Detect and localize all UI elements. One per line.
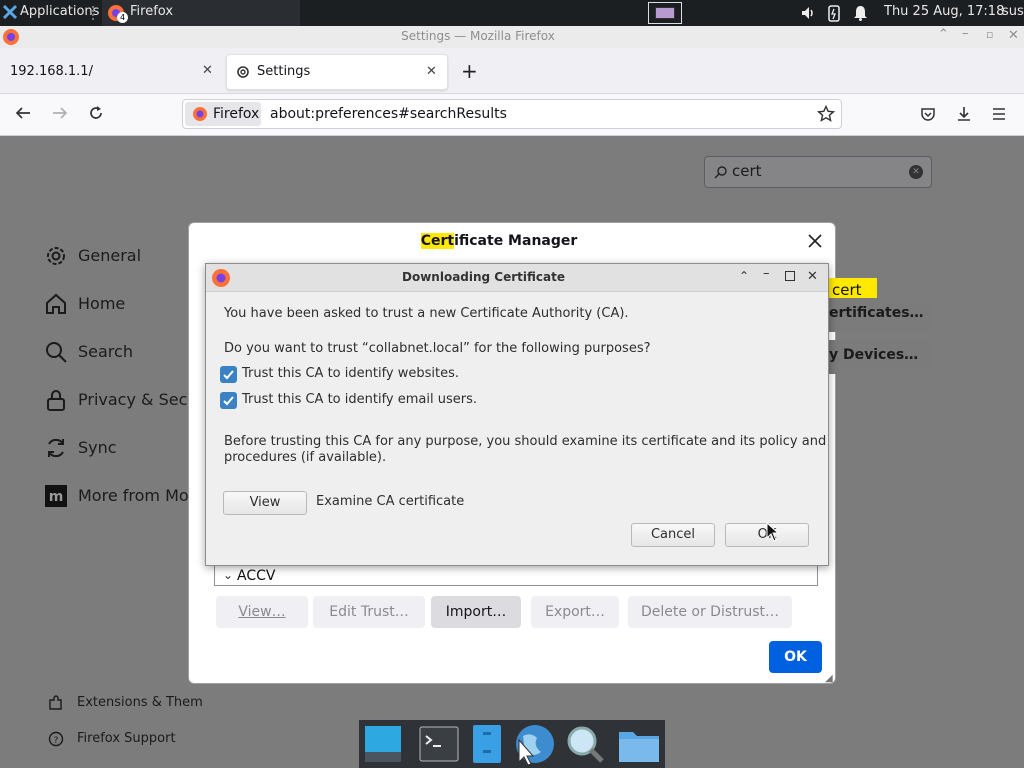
application-dock: [359, 720, 665, 768]
notification-bell-icon[interactable]: [853, 5, 868, 21]
firefox-icon: [192, 106, 208, 122]
tab-settings[interactable]: Settings ✕: [226, 54, 448, 90]
security-devices-button[interactable]: y Devices…: [829, 340, 930, 374]
back-icon[interactable]: [14, 104, 32, 122]
trust-websites-label[interactable]: Trust this CA to identify websites.: [242, 366, 459, 381]
url-bar[interactable]: Firefox about:preferences#searchResults: [182, 99, 842, 129]
tab-label: Settings: [257, 64, 311, 79]
edit-trust-button[interactable]: Edit Trust…: [313, 596, 425, 628]
identity-box[interactable]: Firefox: [185, 102, 261, 126]
applications-menu-icon[interactable]: [2, 4, 18, 20]
clear-search-icon[interactable]: ✕: [909, 165, 923, 179]
tab-bar: 192.168.1.1/ ✕ Settings ✕ +: [0, 48, 1024, 94]
taskbar-firefox-button[interactable]: 4 Firefox: [102, 0, 300, 26]
cancel-button[interactable]: Cancel: [631, 523, 715, 547]
cert-manager-ok-button[interactable]: OK: [769, 641, 822, 673]
reload-icon[interactable]: [87, 104, 105, 122]
svg-text:m: m: [49, 489, 64, 505]
import-certificate-button[interactable]: Import…: [431, 596, 521, 628]
volume-icon[interactable]: [800, 5, 816, 21]
tab-label: 192.168.1.1/: [10, 64, 93, 79]
firefox-window: Settings — Mozilla Firefox ⌃ – ▫ ✕ 192.1…: [0, 26, 1024, 768]
tree-item-accv[interactable]: ACCV: [237, 568, 275, 584]
app-finder-icon[interactable]: [565, 724, 605, 764]
hamburger-menu-icon[interactable]: [991, 106, 1007, 122]
home-icon: [44, 292, 68, 316]
trust-email-checkbox[interactable]: [220, 392, 237, 409]
terminal-icon[interactable]: [419, 726, 459, 762]
workspace-thumbnail: [655, 7, 675, 19]
svg-text:?: ?: [54, 736, 59, 746]
close-icon[interactable]: [807, 233, 823, 249]
dialog-advice-line-1: Before trusting this CA for any purpose,…: [224, 434, 827, 449]
settings-search-value: cert: [732, 162, 762, 180]
web-browser-icon[interactable]: [511, 722, 557, 766]
window-title: Settings — Mozilla Firefox: [401, 29, 555, 43]
downloads-icon[interactable]: [955, 105, 973, 123]
bookmark-star-icon[interactable]: [817, 105, 835, 123]
identity-label: Firefox: [213, 106, 260, 122]
tab-close-icon[interactable]: ✕: [202, 63, 213, 78]
tab-close-icon[interactable]: ✕: [426, 64, 437, 79]
window-minimize-icon[interactable]: –: [962, 26, 969, 41]
resize-grip-icon[interactable]: ◢: [825, 673, 833, 684]
help-icon: ?: [48, 731, 64, 747]
dialog-question-text: Do you want to trust “collabnet.local” f…: [224, 341, 651, 356]
user-menu[interactable]: sus: [1002, 4, 1024, 19]
delete-distrust-button[interactable]: Delete or Distrust…: [628, 596, 792, 628]
url-text[interactable]: about:preferences#searchResults: [270, 106, 507, 122]
navigation-toolbar: Firefox about:preferences#searchResults: [0, 94, 1024, 136]
applications-menu[interactable]: Applications: [20, 4, 99, 19]
taskbar-firefox-label: Firefox: [130, 4, 174, 19]
view-certificate-button[interactable]: View…: [216, 596, 308, 628]
certificate-tree[interactable]: ⌄ ACCV: [214, 564, 818, 586]
top-panel: Applications 4 Firefox Thu 25 Aug, 17:18…: [0, 0, 1024, 26]
gear-icon: [44, 244, 68, 268]
dialog-maximize-icon[interactable]: [785, 271, 795, 281]
title-search-highlight: Cert: [420, 233, 455, 249]
workspace-switcher[interactable]: [648, 2, 682, 24]
mouse-cursor-icon: [766, 522, 780, 542]
lock-icon: [44, 388, 68, 412]
file-manager-icon[interactable]: [471, 724, 503, 764]
dialog-shade-icon[interactable]: ⌃: [739, 269, 749, 283]
show-desktop-icon[interactable]: [363, 724, 403, 764]
window-close-icon[interactable]: ✕: [1008, 28, 1019, 43]
dialog-advice-line-2: procedures (if available).: [224, 450, 387, 465]
puzzle-icon: [48, 695, 64, 711]
window-maximize-up-icon[interactable]: ⌃: [938, 27, 949, 42]
window-restore-icon[interactable]: ▫: [986, 28, 993, 41]
settings-search-input[interactable]: cert ✕: [704, 156, 932, 188]
new-tab-icon[interactable]: +: [461, 61, 478, 81]
dialog-intro-text: You have been asked to trust a new Certi…: [224, 306, 629, 321]
search-icon: [44, 340, 68, 364]
gear-icon: [235, 64, 251, 80]
folder-icon[interactable]: [617, 726, 661, 764]
certificate-manager-title: Certificate Manager: [189, 233, 809, 249]
title-rest: ificate Manager: [454, 233, 578, 249]
window-titlebar: Settings — Mozilla Firefox ⌃ – ▫ ✕: [0, 26, 1024, 48]
forward-icon[interactable]: [51, 104, 69, 122]
view-certificates-button[interactable]: ertificates…: [829, 298, 930, 332]
trust-email-label[interactable]: Trust this CA to identify email users.: [242, 392, 477, 407]
tree-expander-icon[interactable]: ⌄: [223, 568, 233, 582]
export-certificate-button[interactable]: Export…: [531, 596, 619, 628]
mozilla-icon: m: [44, 484, 68, 508]
tab-router[interactable]: 192.168.1.1/ ✕: [2, 54, 220, 90]
pocket-icon[interactable]: [920, 106, 936, 122]
task-count-badge: 4: [117, 12, 128, 23]
dialog-title: Downloading Certificate: [402, 270, 565, 284]
downloading-certificate-dialog: Downloading Certificate ⌃ – ✕ You have b…: [205, 263, 829, 566]
dialog-close-icon[interactable]: ✕: [807, 269, 818, 284]
dialog-minimize-icon[interactable]: –: [763, 266, 770, 281]
clock[interactable]: Thu 25 Aug, 17:18: [884, 4, 1004, 19]
view-ca-button[interactable]: View: [223, 491, 307, 515]
sync-icon: [44, 436, 68, 460]
panel-separator: [92, 6, 98, 20]
dialog-titlebar: Downloading Certificate ⌃ – ✕: [206, 264, 828, 292]
battery-icon[interactable]: [828, 4, 840, 22]
search-icon: [714, 165, 728, 179]
view-ca-caption: Examine CA certificate: [316, 494, 465, 509]
trust-websites-checkbox[interactable]: [220, 366, 237, 383]
